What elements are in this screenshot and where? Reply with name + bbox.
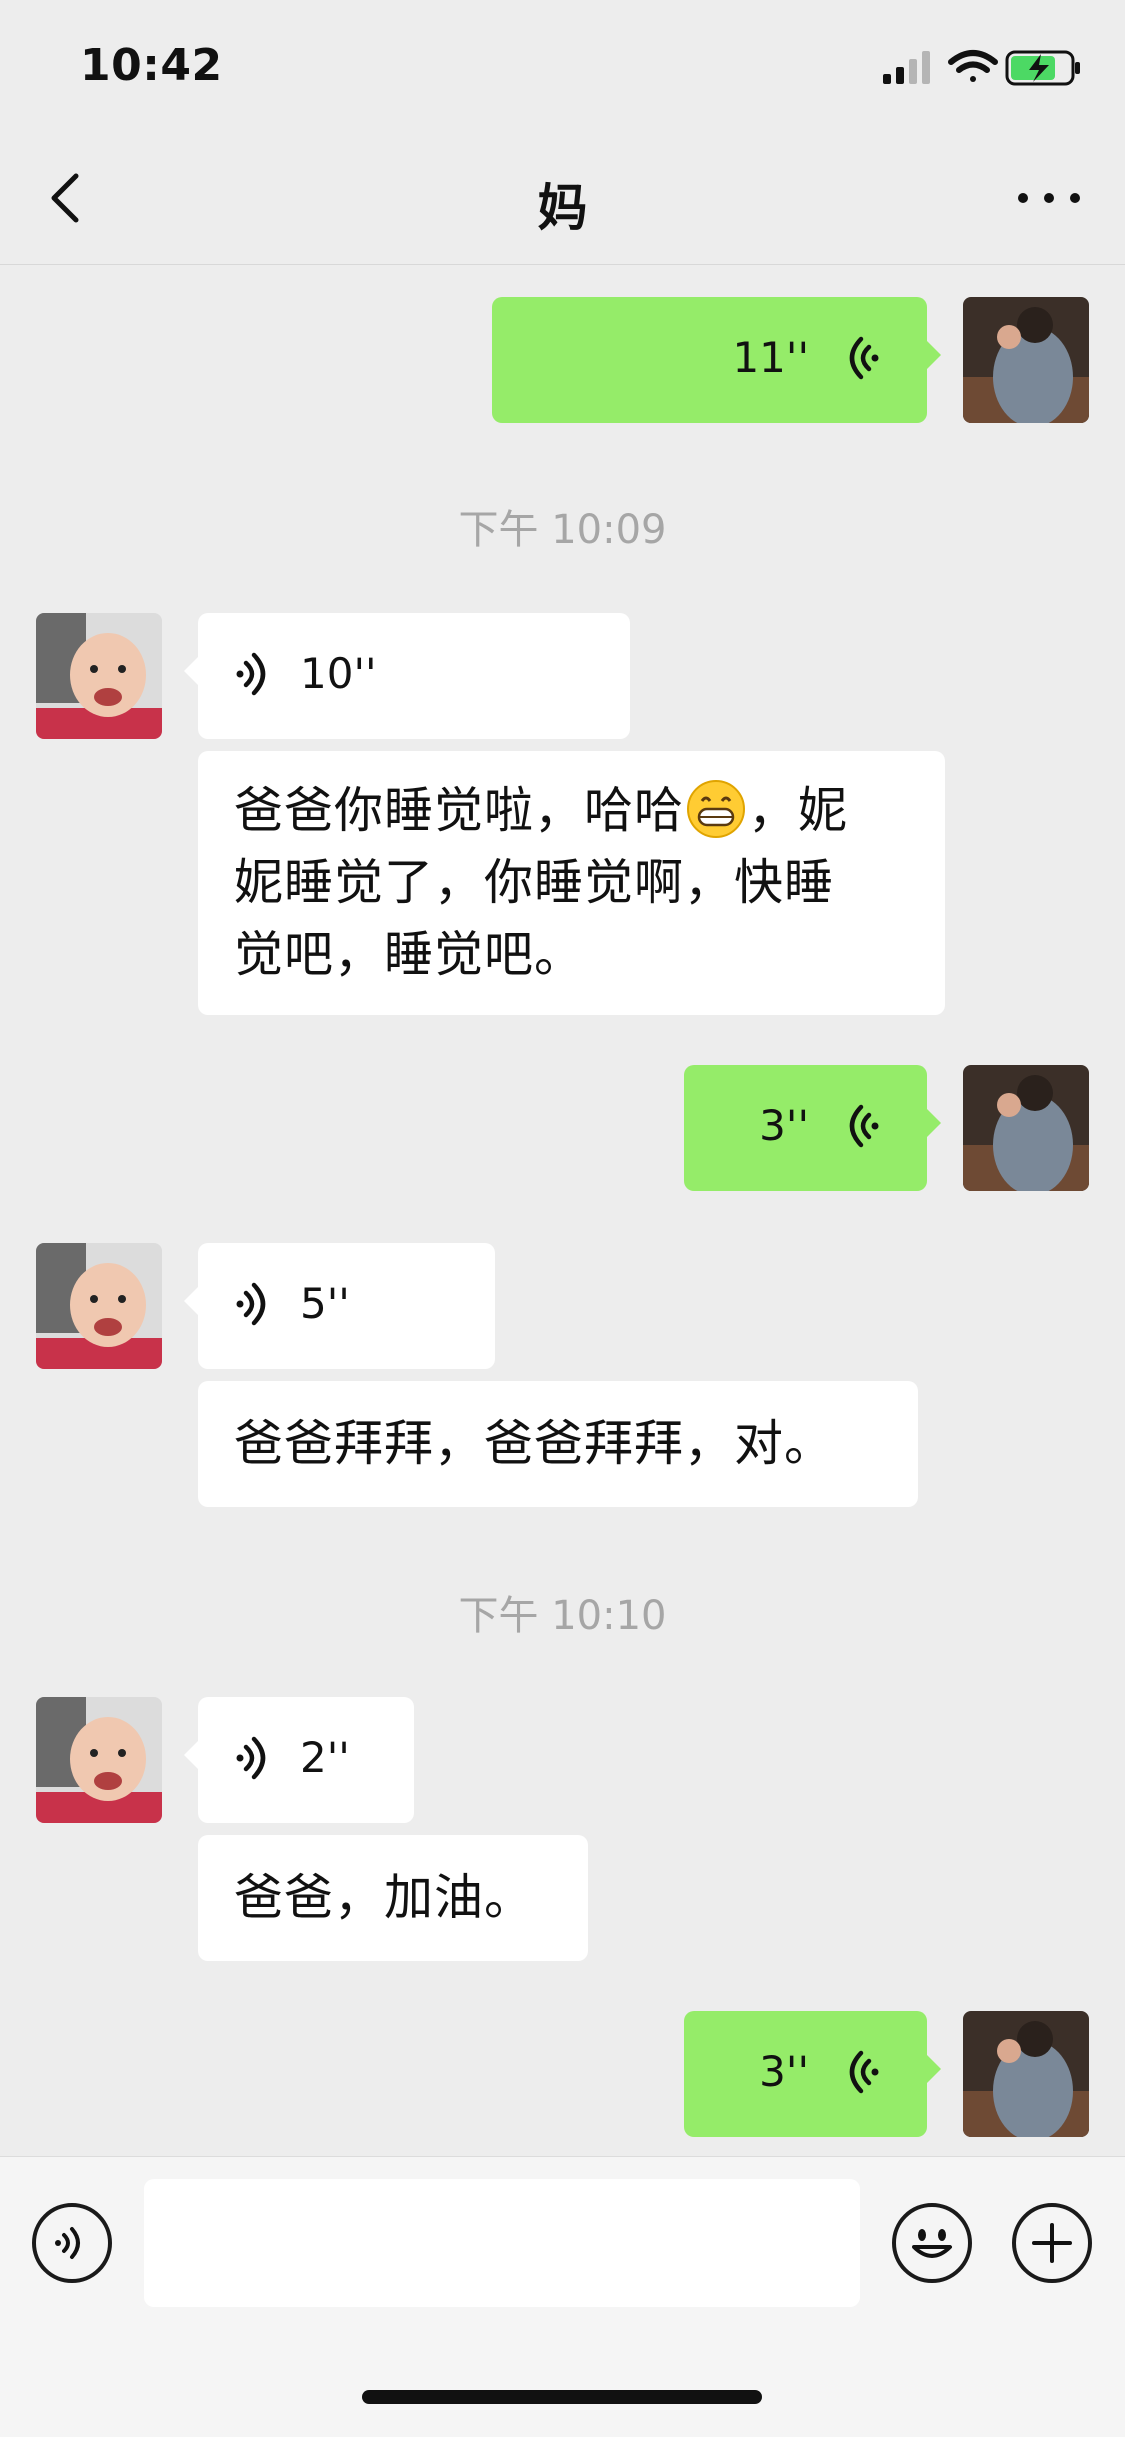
voice-duration: 10'' xyxy=(300,649,377,698)
emoji-icon xyxy=(912,2229,952,2258)
message-line: 爸爸拜拜，爸爸拜拜，对。 xyxy=(234,1415,835,1472)
message-line: 妮睡觉了，你睡觉啊，快睡 xyxy=(234,854,835,911)
timestamp: 下午 10:09 xyxy=(458,507,667,553)
voice-wave-icon xyxy=(236,652,266,696)
battery-icon xyxy=(1005,50,1080,86)
timestamp: 下午 10:10 xyxy=(458,1593,667,1639)
voice-duration: 5'' xyxy=(300,1279,350,1328)
voice-duration: 3'' xyxy=(759,2047,809,2096)
contact-avatar[interactable] xyxy=(36,1697,162,1823)
contact-avatar[interactable] xyxy=(36,1243,162,1369)
incoming-text-message[interactable]: 爸爸你睡觉啦，哈哈 ，妮 妮睡觉了，你睡觉啊，快睡 觉吧，睡觉吧。 xyxy=(198,751,945,1015)
message-line: 爸爸，加油。 xyxy=(234,1869,535,1926)
outgoing-voice-message[interactable]: 3'' xyxy=(684,1065,941,1191)
outgoing-voice-message[interactable]: 3'' xyxy=(684,2011,941,2137)
status-time: 10:42 xyxy=(80,40,223,91)
contact-avatar[interactable] xyxy=(36,613,162,739)
self-avatar[interactable] xyxy=(963,2011,1089,2137)
voice-duration: 3'' xyxy=(759,1101,809,1150)
wifi-icon xyxy=(948,50,998,82)
voice-wave-icon xyxy=(236,1736,266,1780)
status-icons xyxy=(883,50,1080,86)
chat-area[interactable]: 11'' 下午 10:09 10'' 爸爸你睡觉啦，哈哈 ，妮 妮睡觉了，你睡觉… xyxy=(0,265,1125,2155)
voice-wave-icon xyxy=(236,1282,266,1326)
voice-wave-icon xyxy=(849,2050,879,2094)
status-bar: 10:42 xyxy=(0,0,1125,132)
voice-duration: 2'' xyxy=(300,1733,350,1782)
home-indicator[interactable] xyxy=(362,2390,762,2404)
grinning-emoji xyxy=(687,780,746,838)
incoming-voice-message[interactable]: 5'' xyxy=(184,1243,495,1369)
self-avatar[interactable] xyxy=(963,297,1089,423)
nav-bar: 妈 xyxy=(0,132,1125,265)
more-icon[interactable] xyxy=(1013,172,1085,224)
emoji-button[interactable] xyxy=(892,2203,972,2283)
outgoing-voice-message[interactable]: 11'' xyxy=(492,297,941,423)
message-line: 觉吧，睡觉吧。 xyxy=(234,926,585,983)
more-functions-button[interactable] xyxy=(1012,2203,1092,2283)
message-line: 爸爸你睡觉啦，哈哈 ，妮 xyxy=(234,775,909,847)
incoming-voice-message[interactable]: 2'' xyxy=(184,1697,414,1823)
incoming-voice-message[interactable]: 10'' xyxy=(184,613,630,739)
message-input[interactable] xyxy=(144,2179,860,2307)
signal-icon xyxy=(883,51,930,84)
self-avatar[interactable] xyxy=(963,1065,1089,1191)
voice-wave-icon xyxy=(55,2227,80,2259)
voice-wave-icon xyxy=(849,336,879,380)
chat-title: 妈 xyxy=(537,179,588,237)
incoming-text-message[interactable]: 爸爸，加油。 xyxy=(198,1835,588,1961)
incoming-text-message[interactable]: 爸爸拜拜，爸爸拜拜，对。 xyxy=(198,1381,918,1507)
plus-icon xyxy=(1032,2223,1072,2263)
voice-wave-icon xyxy=(849,1104,879,1148)
voice-input-button[interactable] xyxy=(32,2203,112,2283)
voice-duration: 11'' xyxy=(732,333,809,382)
